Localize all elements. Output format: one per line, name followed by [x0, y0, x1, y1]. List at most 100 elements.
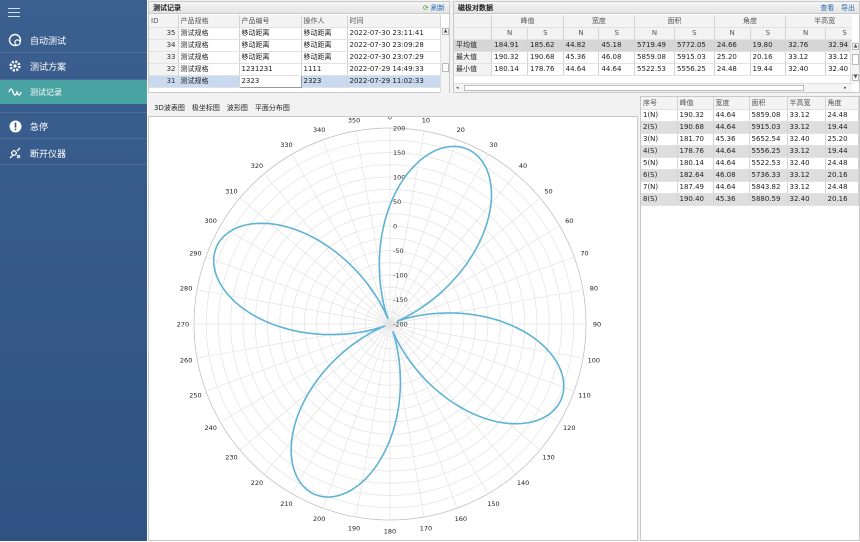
table-row[interactable]: 32 测试规格 1231231 1111 2022-07-29 14:49:33 — [149, 63, 441, 76]
col-area[interactable]: 面积 — [749, 97, 788, 110]
table-row[interactable]: 35 测试规格 移动距离 移动距离 2022-07-30 23:11:41 — [149, 27, 441, 40]
records-scrollbar[interactable]: ▲ — [440, 27, 449, 93]
table-row[interactable]: 最小值 180.14 178.76 44.64 44.64 5522.53 5556.25… — [454, 63, 852, 76]
angle-tick-label: 110 — [578, 391, 590, 399]
cell: 44.82 — [563, 39, 600, 52]
cell: 33.12 — [787, 169, 826, 182]
table-row[interactable]: 2(S) 190.68 44.64 5915.03 33.12 19.44 — [641, 121, 859, 134]
polar-chart-panel: 0 10 20 30 40 50 60 70 80 90 100 110 120 130 140 150 160… — [148, 114, 638, 541]
tab-3d-wave[interactable]: 3D波表图 — [154, 103, 185, 113]
sub-header: S — [598, 27, 636, 40]
refresh-button[interactable]: ⟳ 刷新 — [423, 2, 445, 14]
col-spec[interactable]: 产品规格 — [178, 15, 240, 28]
cell: 19.44 — [750, 63, 787, 76]
magnetic-scrollbar[interactable]: ▲ ▼ — [850, 42, 859, 83]
table-row[interactable]: 34 测试规格 移动距离 移动距离 2022-07-30 23:09:28 — [149, 39, 441, 52]
cell: 190.32 — [491, 51, 528, 64]
table-row[interactable]: 平均值 184.91 185.62 44.82 45.18 5719.49 5772.05… — [454, 39, 852, 52]
refresh-label: 刷新 — [431, 4, 445, 12]
cell: 32.76 — [785, 39, 827, 52]
cell: 45.18 — [598, 39, 636, 52]
table-row-selected[interactable]: 31 测试规格 2323 2323 2022-07-29 11:02:33 — [149, 74, 441, 88]
cell: 5736.33 — [749, 169, 788, 182]
scroll-up-icon[interactable]: ▲ — [442, 28, 449, 35]
col-peak[interactable]: 峰值 — [677, 97, 714, 110]
scroll-thumb[interactable] — [852, 54, 859, 65]
magnetic-table-wrap: 峰值 宽度 面积 角度 半高宽 NS NS NS NS NS 平均值 184.9… — [454, 15, 852, 76]
cell: 8(S) — [641, 193, 678, 206]
table-row[interactable]: 1(N) 190.32 44.64 5859.08 33.12 24.48 — [641, 109, 859, 122]
nav-test-plan[interactable]: 测试方案 — [0, 53, 147, 79]
cell: 5522.53 — [749, 157, 788, 170]
cell: 44.64 — [563, 63, 600, 76]
table-row[interactable]: 3(N) 181.70 45.36 5652.54 32.40 25.20 — [641, 133, 859, 146]
nav-test-records[interactable]: 测试记录 — [0, 80, 147, 104]
angle-tick-label: 340 — [313, 126, 325, 134]
table-row[interactable]: 4(S) 178.76 44.64 5556.25 33.12 19.44 — [641, 145, 859, 158]
col-index[interactable]: 序号 — [641, 97, 678, 110]
cell: 20.16 — [825, 193, 859, 206]
sub-header: N — [785, 27, 827, 40]
tab-polar[interactable]: 极坐标图 — [192, 103, 220, 113]
col-time[interactable]: 时间 — [347, 15, 441, 28]
cell: 33.12 — [825, 51, 852, 64]
nav-disconnect[interactable]: 断开仪器 — [0, 140, 147, 166]
nav-emergency-stop[interactable]: 急停 — [0, 113, 147, 139]
gear-icon — [0, 59, 30, 73]
col-width[interactable]: 宽度 — [713, 97, 750, 110]
cell: 5556.25 — [674, 63, 715, 76]
cell: 2022-07-30 23:11:41 — [347, 27, 441, 40]
angle-tick-label: 330 — [280, 141, 292, 149]
grid-spoke — [263, 173, 391, 325]
tab-waveform[interactable]: 波形图 — [227, 103, 248, 113]
cell: 44.64 — [598, 63, 636, 76]
table-row[interactable]: 7(N) 187.49 44.64 5843.82 33.12 24.48 — [641, 181, 859, 194]
scroll-thumb[interactable] — [442, 63, 449, 72]
table-row[interactable]: 6(S) 182.64 46.08 5736.33 33.12 20.16 — [641, 169, 859, 182]
angle-tick-label: 120 — [563, 424, 575, 432]
col-angle[interactable]: 角度 — [825, 97, 859, 110]
sub-header: S — [750, 27, 787, 40]
scroll-down-icon[interactable]: ▼ — [852, 74, 859, 81]
scroll-right-icon[interactable]: ▸ — [844, 85, 850, 91]
cell: 32.94 — [825, 39, 852, 52]
sub-header: S — [825, 27, 852, 40]
cell: 5859.08 — [749, 109, 788, 122]
table-row[interactable]: 最大值 190.32 190.68 45.36 46.08 5859.08 5915.03… — [454, 51, 852, 64]
cell: 178.76 — [527, 63, 564, 76]
cell: 移动距离 — [301, 39, 348, 52]
magnetic-table: 峰值 宽度 面积 角度 半高宽 NS NS NS NS NS 平均值 184.9… — [454, 15, 852, 76]
table-row[interactable]: 33 测试规格 移动距离 移动距离 2022-07-30 23:07:29 — [149, 51, 441, 64]
col-product-no[interactable]: 产品编号 — [239, 15, 302, 28]
menu-icon[interactable] — [8, 8, 20, 17]
col-id[interactable]: ID — [149, 15, 179, 28]
scroll-left-icon[interactable]: ◂ — [456, 85, 462, 91]
sub-header: N — [563, 27, 600, 40]
cell: 测试规格 — [178, 75, 240, 88]
scroll-up-icon[interactable]: ▲ — [852, 43, 859, 50]
angle-tick-label: 280 — [180, 285, 192, 293]
cell: 32.40 — [787, 193, 826, 206]
col-fwhm[interactable]: 半高宽 — [787, 97, 826, 110]
export-button[interactable]: 导出 — [841, 4, 855, 12]
tab-plane-distribution[interactable]: 平面分布图 — [255, 103, 290, 113]
cell: 45.36 — [713, 133, 750, 146]
cell: 移动距离 — [301, 27, 348, 40]
wave-icon — [0, 86, 30, 98]
cell: 5719.49 — [634, 39, 675, 52]
cell: 20.16 — [750, 51, 787, 64]
view-button[interactable]: 查看 — [820, 4, 834, 12]
nav-auto-test[interactable]: 自动测试 — [0, 27, 147, 53]
col-operator[interactable]: 操作人 — [301, 15, 348, 28]
table-row[interactable]: 8(S) 190.40 45.36 5880.59 32.40 20.16 — [641, 193, 859, 206]
angle-tick-label: 100 — [588, 356, 600, 364]
hscroll-thumb[interactable] — [464, 85, 804, 91]
angle-tick-label: 230 — [225, 454, 237, 462]
angle-tick-label: 210 — [280, 500, 292, 508]
cell: 182.64 — [677, 169, 714, 182]
cell: 33 — [149, 51, 179, 64]
magnetic-hscrollbar[interactable]: ◂ ▸ — [454, 83, 852, 92]
results-panel: 序号 峰值 宽度 面积 半高宽 角度 1(N) 190.32 44.64 5859.0… — [640, 96, 860, 541]
table-row[interactable]: 5(N) 180.14 44.64 5522.53 32.40 24.48 — [641, 157, 859, 170]
cell: 移动距离 — [301, 51, 348, 64]
